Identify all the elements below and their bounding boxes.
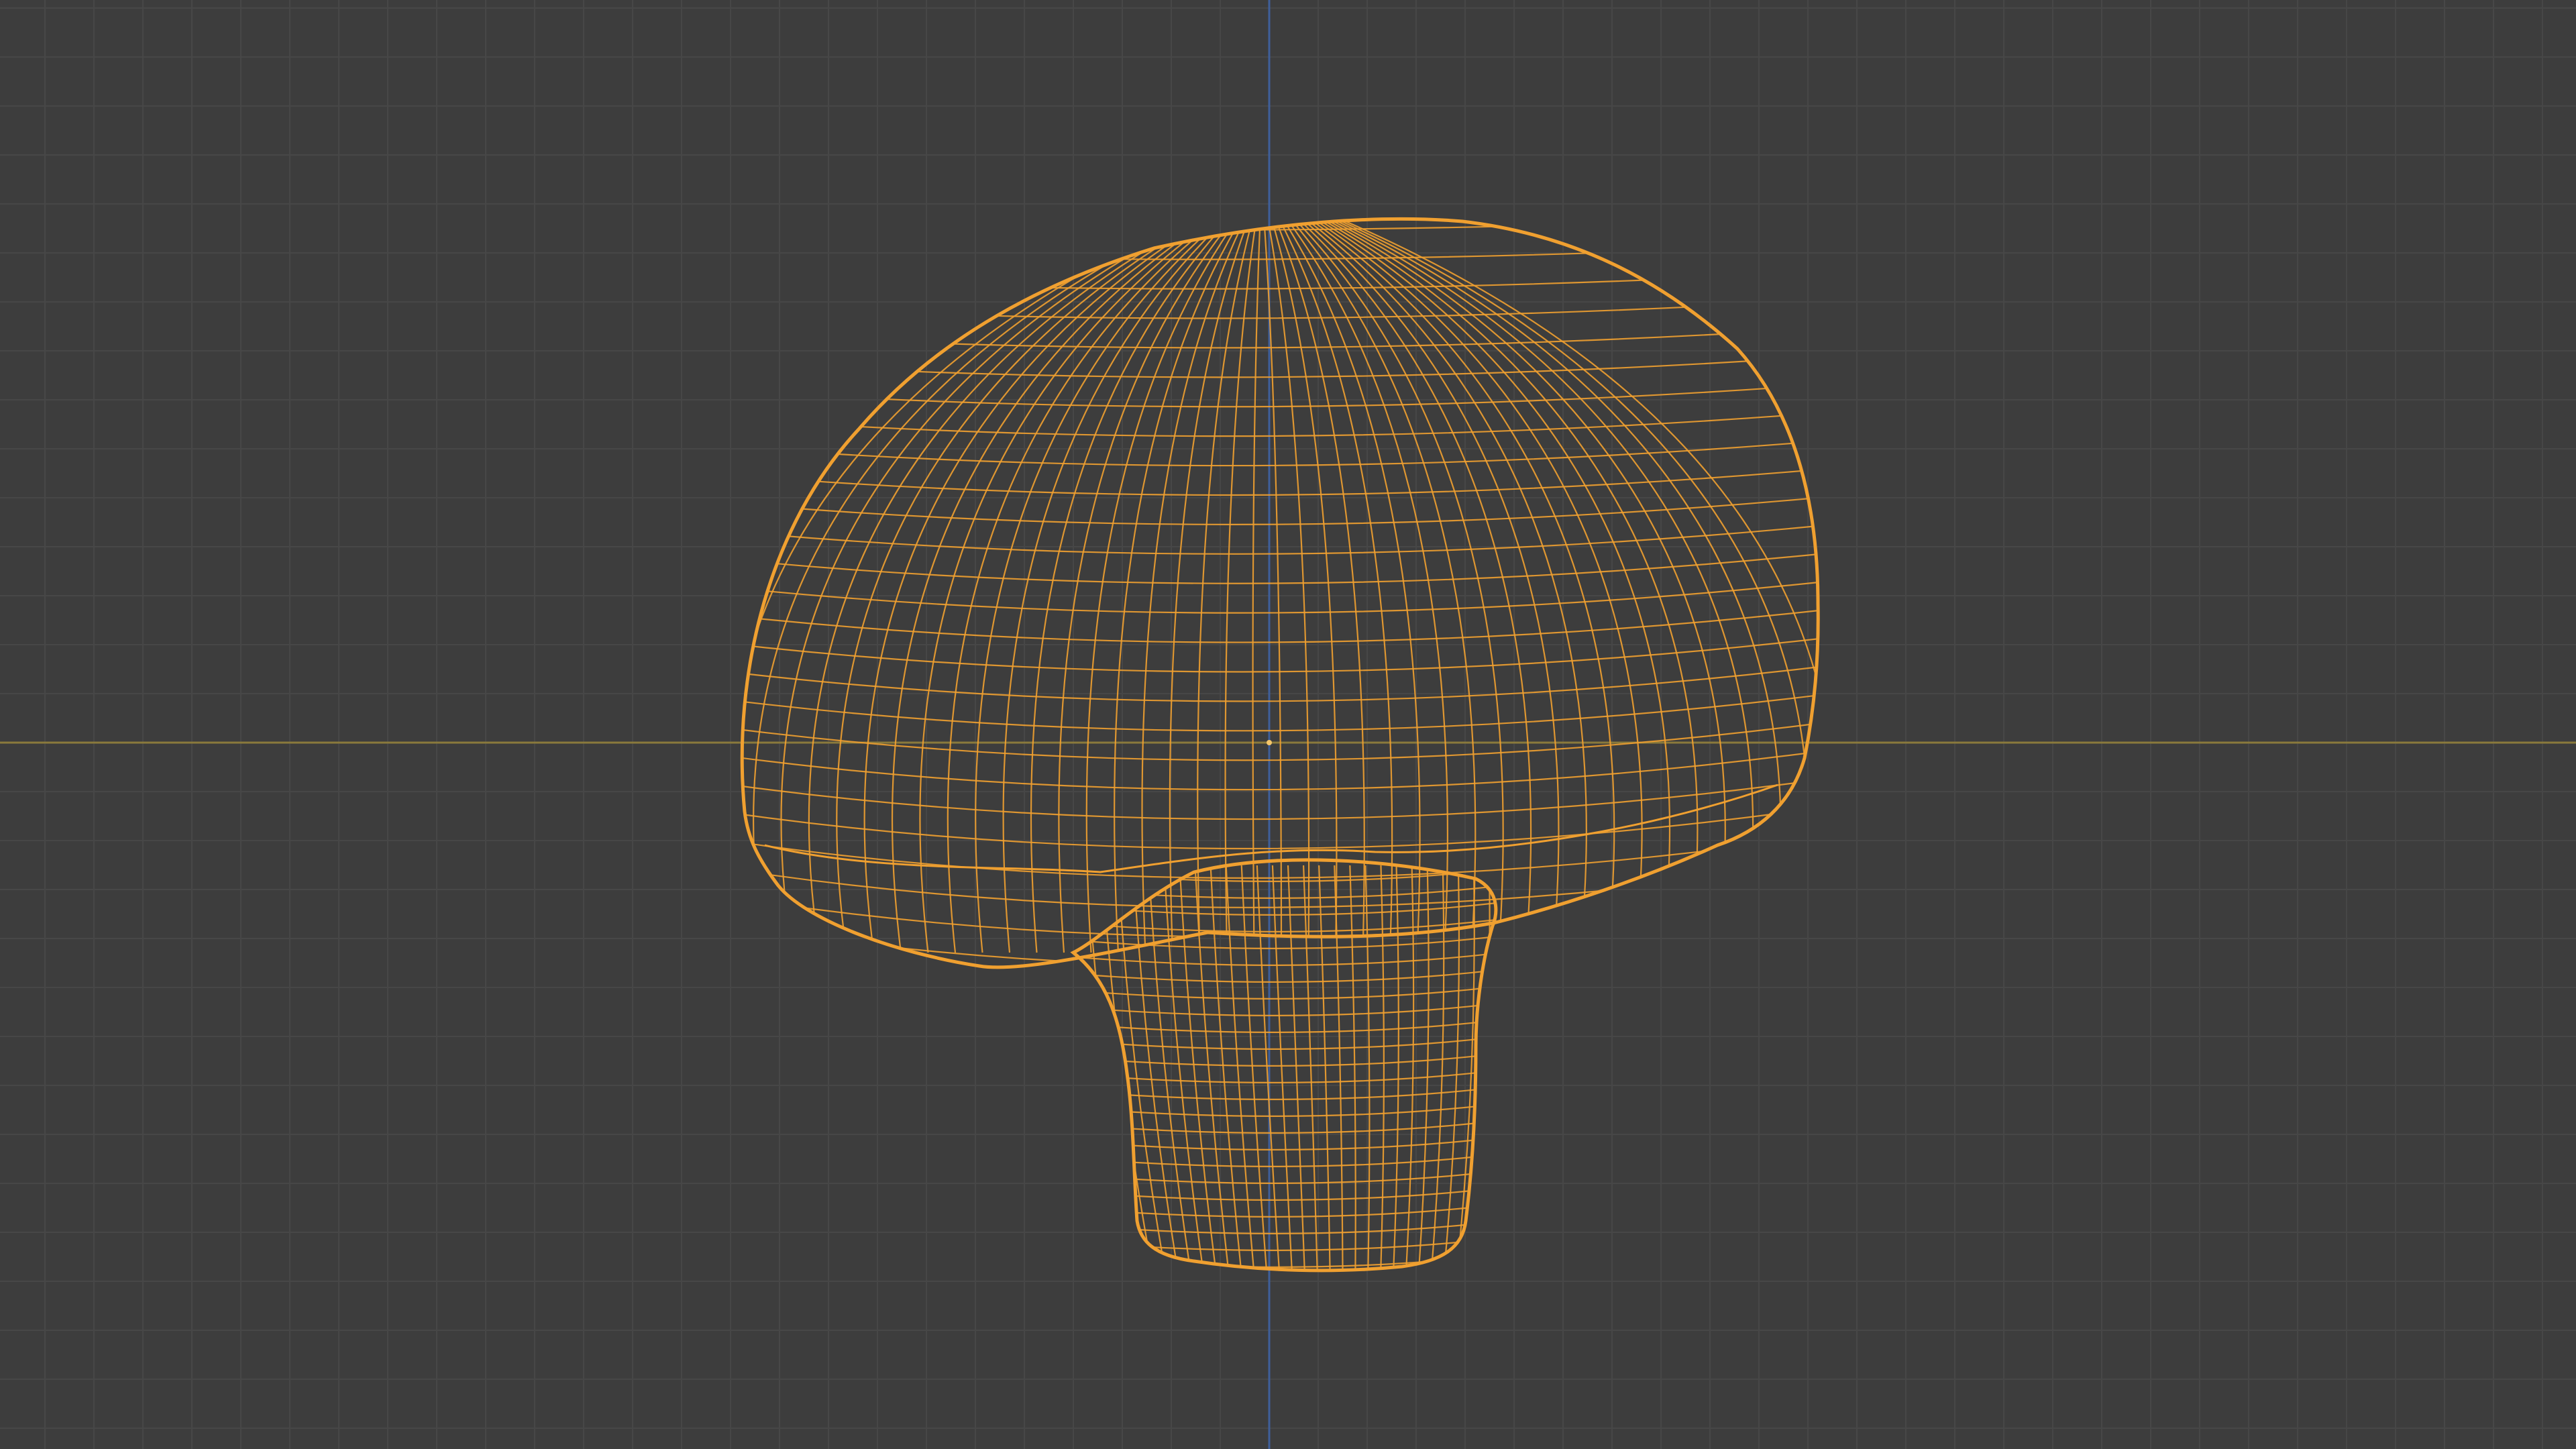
- stem-ring-edge: [1073, 934, 1496, 949]
- cap-meridian-edge: [1263, 221, 1283, 953]
- stem-ring-edge: [1073, 1236, 1496, 1251]
- cap-meridian-edge: [975, 221, 1220, 953]
- stem-ring-edge: [1073, 1152, 1496, 1167]
- cap-meridian-edge: [1267, 221, 1310, 953]
- 3d-viewport[interactable]: [0, 0, 2576, 1449]
- stem-vertical-edge: [1225, 865, 1255, 1271]
- cap-parallel-edge: [742, 523, 1819, 555]
- cap-parallel-edge: [742, 354, 1819, 378]
- stem-vertical-edge: [1349, 865, 1356, 1271]
- cap-meridian-edge: [836, 221, 1199, 953]
- stem-ring-edge: [1073, 1102, 1496, 1117]
- stem-ring-edge: [1073, 1018, 1496, 1033]
- stem-ring-edge: [1060, 1271, 1503, 1284]
- stem-vertical-edge: [1379, 865, 1385, 1271]
- cap-meridian-edge: [1333, 221, 1754, 953]
- cap-meridian-edge: [1224, 221, 1257, 953]
- mushroom-cap-outline: [740, 217, 1820, 969]
- stem-ring-edge: [1073, 1002, 1496, 1016]
- cap-parallel-edge: [742, 579, 1819, 614]
- stem-ring-edge: [1073, 1119, 1496, 1134]
- cap-meridian-edge: [1271, 221, 1338, 953]
- cap-parallel-edge: [742, 945, 1819, 967]
- cap-meridian-edge: [919, 221, 1212, 953]
- cap-parallel-edge: [742, 326, 1819, 349]
- cap-parallel-edge: [742, 551, 1819, 584]
- viewport-canvas[interactable]: [0, 0, 2576, 1449]
- cap-meridian-edge: [1341, 221, 1810, 953]
- cap-meridian-edge: [1085, 221, 1236, 953]
- cap-parallel-edge: [742, 439, 1819, 467]
- cap-meridian-edge: [1197, 221, 1253, 953]
- stem-vertical-edge: [1287, 865, 1306, 1271]
- stem-ring-edge: [1073, 1136, 1496, 1150]
- stem-ring-edge: [1073, 951, 1496, 966]
- cap-meridian-edge: [1275, 221, 1365, 953]
- mushroom-wireframe-mesh[interactable]: [724, 215, 1838, 1284]
- stem-vertical-edge: [1430, 865, 1445, 1271]
- cap-meridian-edge: [1320, 221, 1671, 953]
- stem-vertical-edge: [1318, 865, 1331, 1271]
- mushroom-cap-mesh: [742, 219, 1819, 967]
- cap-parallel-edge: [742, 663, 1819, 702]
- stem-ring-edge: [1073, 1169, 1496, 1184]
- cap-meridian-edge: [1252, 221, 1261, 953]
- floor-grid: [0, 0, 2576, 1449]
- cap-meridian-edge: [1169, 221, 1249, 953]
- object-origin-point[interactable]: [1267, 740, 1272, 745]
- cap-parallel-edge: [742, 692, 1819, 732]
- cap-meridian-edge: [1283, 221, 1421, 953]
- cap-parallel-edge: [742, 270, 1819, 290]
- stem-ring-edge: [1073, 1085, 1496, 1100]
- stem-vertical-edge: [1302, 865, 1318, 1271]
- cap-meridian-edge: [780, 221, 1191, 953]
- cap-parallel-edge: [742, 720, 1819, 761]
- cap-meridian-edge: [947, 221, 1216, 953]
